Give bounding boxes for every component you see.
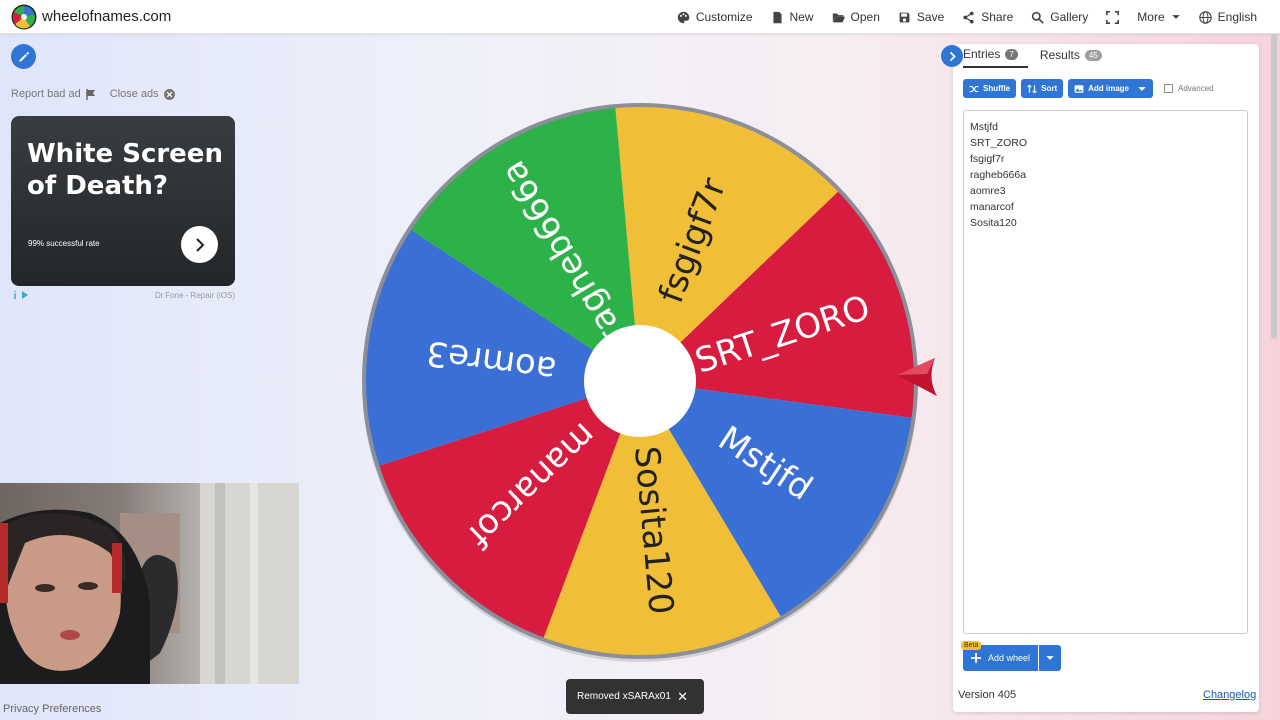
save-button[interactable]: Save [889,0,953,34]
tab-results[interactable]: Results 45 [1040,44,1102,68]
entry-line: SRT_ZORO [970,137,1027,149]
chevron-down-icon [1138,86,1146,91]
more-button[interactable]: More [1128,0,1189,34]
top-bar: wheelofnames.com Customize New Open Save… [0,0,1280,34]
language-button[interactable]: English [1190,0,1266,34]
globe-icon [1198,10,1212,24]
advanced-label: Advanced [1178,84,1214,93]
snackbar-toast: Removed xSARAx01 ✕ [566,679,704,714]
new-button[interactable]: New [762,0,823,34]
beta-badge: Beta [961,641,982,650]
add-wheel-dropdown-button[interactable] [1039,645,1062,671]
pencil-icon [19,51,29,61]
fullscreen-icon [1106,10,1120,24]
sort-label: Sort [1041,84,1058,93]
edit-button[interactable] [11,44,36,69]
share-label: Share [981,10,1014,24]
panel-tabs: Entries 7 Results 45 [963,44,1114,68]
collapse-panel-button[interactable] [941,45,963,67]
tab-results-label: Results [1039,48,1080,62]
add-image-label: Add image [1088,84,1130,93]
wheel-svg[interactable]: SRT_ZOROMstjfdSosita120manarcofaomre3rag… [355,96,925,666]
ad-footer: Dr.Fone - Repair (iOS) [11,290,235,302]
close-ads-link[interactable]: Close ads [110,88,175,100]
customize-button[interactable]: Customize [668,0,762,34]
tab-entries-label: Entries [963,47,1001,61]
flag-icon [85,88,95,100]
share-button[interactable]: Share [953,0,1022,34]
page-scrollbar[interactable] [1271,34,1277,339]
shuffle-button[interactable]: Shuffle [963,79,1017,98]
add-wheel-label: Add wheel [988,653,1031,663]
entry-line: Sosita120 [970,217,1017,229]
add-image-button[interactable]: Add image [1068,79,1154,98]
entry-line: Mstjfd [970,121,999,133]
entries-toolbar: Shuffle Sort Add image Advanced [963,79,1214,98]
open-button[interactable]: Open [823,0,889,34]
sort-button[interactable]: Sort [1021,79,1064,98]
wheel-pointer-icon [897,358,937,396]
top-menu: Customize New Open Save Share Gallery Mo… [668,0,1266,34]
toast-close-button[interactable]: ✕ [677,689,688,705]
version-label: Version 405 [958,689,1017,701]
language-label: English [1217,10,1257,24]
entries-textarea[interactable]: Mstjfd SRT_ZORO fsgigf7r ragheb666a aomre3 ma… [963,110,1248,634]
ad-source: Dr.Fone - Repair (iOS) [154,291,235,300]
image-icon [1074,84,1084,93]
gallery-button[interactable]: Gallery [1022,0,1097,34]
wheel[interactable]: SRT_ZORO Mstjfd Sosita120 manarcof aomre3 rag… [355,96,925,666]
shuffle-label: Shuffle [983,84,1011,93]
close-circle-icon [163,88,175,100]
save-icon [899,12,910,22]
wheel-logo-icon[interactable] [11,4,37,30]
new-label: New [789,10,814,24]
advanced-toggle[interactable]: Advanced [1164,84,1214,93]
results-count-badge: 45 [1084,49,1102,61]
share-icon [963,11,974,23]
sort-icon [1027,83,1037,94]
ad-info-icon[interactable] [11,290,29,300]
chevron-down-icon [1046,656,1054,660]
ad-arrow-button[interactable] [181,226,218,263]
webcam-person-image [0,483,299,684]
ad-links: Report bad ad Close ads [11,88,175,100]
plus-icon [971,653,981,663]
entry-line: aomre3 [970,185,1006,197]
ad-banner[interactable]: White Screen of Death? 99% successful ra… [11,116,235,286]
changelog-link[interactable]: Changelog [1203,689,1256,701]
customize-label: Customize [695,10,753,24]
entry-line: ragheb666a [970,169,1027,181]
entries-count-badge: 7 [1005,48,1018,60]
chevron-right-icon [195,237,204,252]
entry-line: manarcof [970,201,1014,213]
search-icon [1032,11,1045,24]
privacy-preferences-link[interactable]: Privacy Preferences [3,703,101,715]
fullscreen-button[interactable] [1097,0,1128,34]
toast-message: Removed xSARAx01 [577,691,671,702]
entry-line: fsgigf7r [970,153,1005,165]
chevron-right-icon [949,51,956,61]
site-title[interactable]: wheelofnames.com [42,8,171,25]
webcam-overlay [0,483,299,684]
chevron-down-icon [1171,15,1180,19]
file-icon [772,11,782,23]
advanced-checkbox[interactable] [1164,84,1174,93]
report-bad-ad-link[interactable]: Report bad ad [11,88,96,100]
tab-entries[interactable]: Entries 7 [963,44,1028,68]
gallery-label: Gallery [1050,10,1089,24]
shuffle-icon [969,85,979,92]
open-label: Open [850,10,880,24]
ad-subtitle: 99% successful rate [28,239,100,248]
folder-open-icon [832,12,845,22]
palette-icon [677,11,690,23]
more-label: More [1137,10,1165,24]
wheel-center-hub[interactable] [584,325,696,437]
report-bad-ad-label: Report bad ad [11,88,81,100]
save-label: Save [916,10,945,24]
ad-title: White Screen of Death? [27,139,223,201]
close-ads-label: Close ads [109,88,159,100]
